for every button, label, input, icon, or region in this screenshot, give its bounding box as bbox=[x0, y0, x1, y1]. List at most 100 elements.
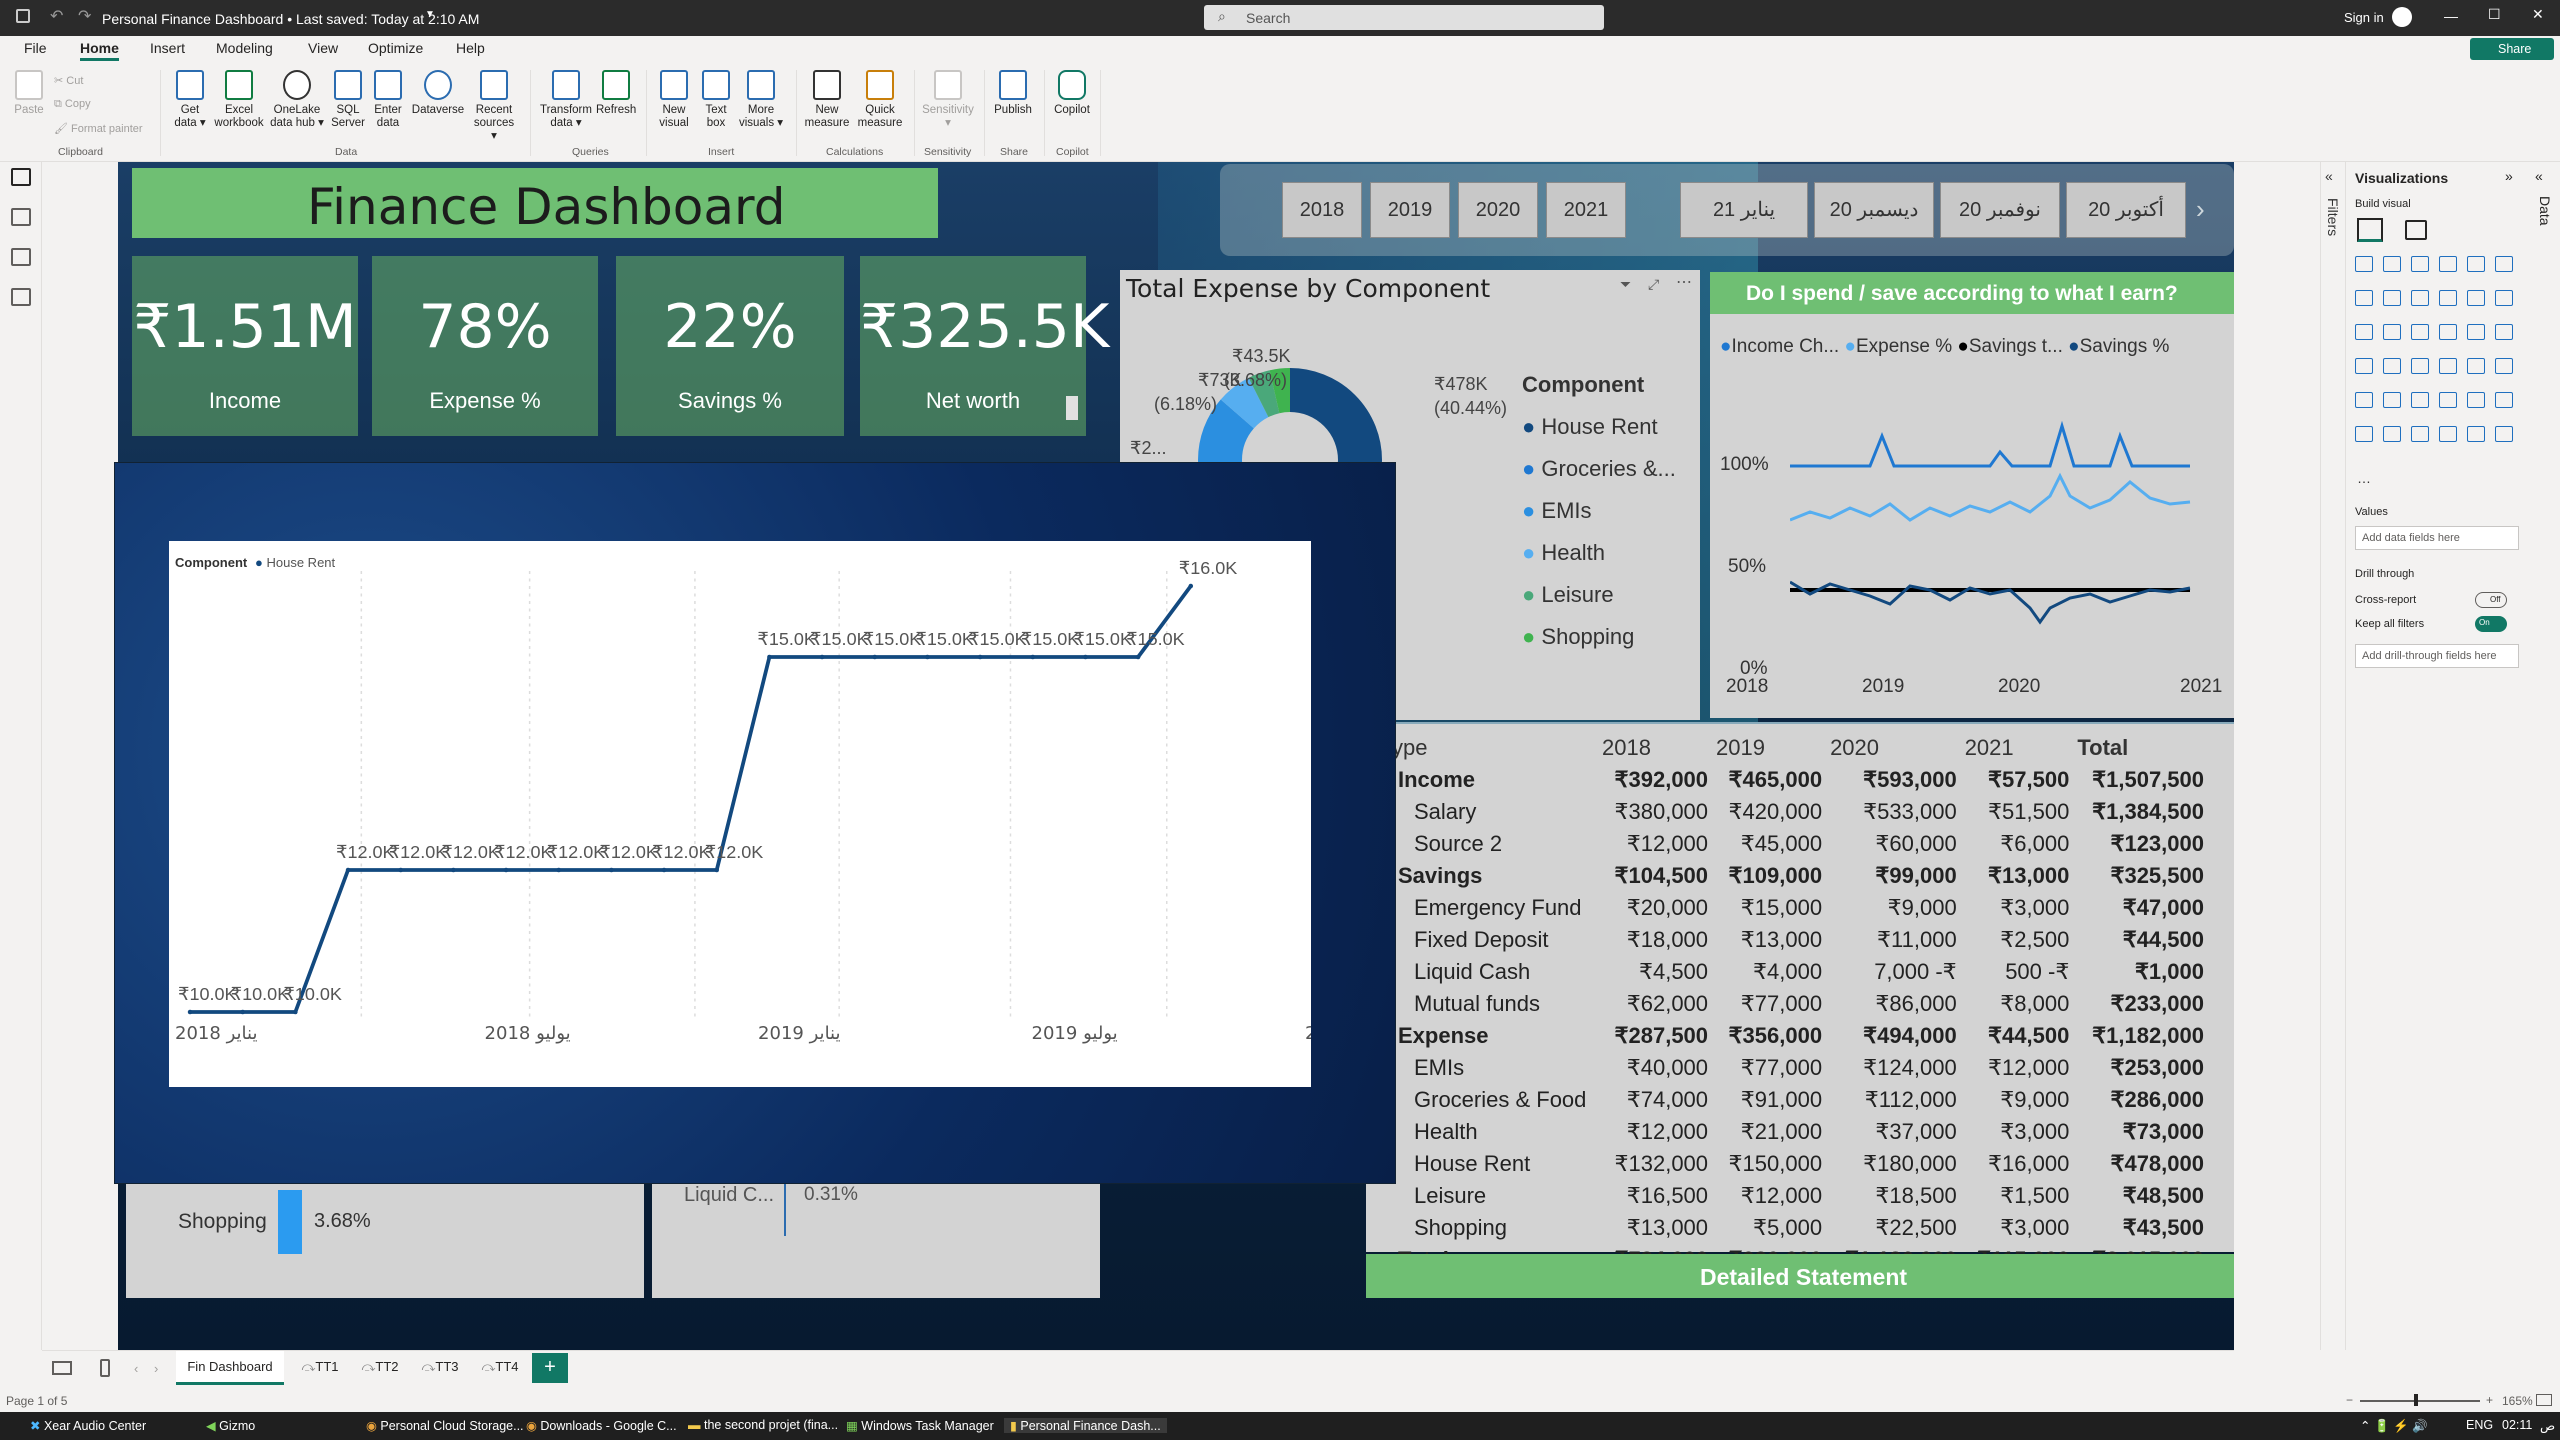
visual-type-icon[interactable] bbox=[2439, 290, 2457, 306]
visual-type-icon[interactable] bbox=[2439, 256, 2457, 272]
values-drop-zone[interactable]: Add data fields here bbox=[2355, 526, 2519, 550]
matrix-row[interactable]: Emergency Fund ₹20,000 ₹15,000 ₹9,000 ₹3,000… bbox=[1392, 892, 2212, 924]
page-tab-fin-dashboard[interactable]: Fin Dashboard bbox=[176, 1351, 284, 1385]
new-measure-button[interactable]: New measure bbox=[802, 70, 852, 130]
table-view-icon[interactable] bbox=[11, 208, 31, 226]
sensitivity-button[interactable]: Sensitivity ▾ bbox=[920, 70, 976, 130]
slicer-year-2021[interactable]: 2021 bbox=[1546, 182, 1626, 238]
visual-type-icon[interactable] bbox=[2383, 358, 2401, 374]
taskbar-item[interactable]: ✖ Xear Audio Center bbox=[30, 1418, 146, 1433]
tab-view[interactable]: View bbox=[308, 40, 338, 56]
matrix-row[interactable]: Mutual funds ₹62,000 ₹77,000 ₹86,000 ₹8,000 ₹… bbox=[1392, 988, 2212, 1020]
legend-item[interactable]: ● EMIs bbox=[1522, 490, 1676, 532]
cut-button[interactable]: ✂ Cut bbox=[54, 74, 83, 87]
visual-type-icon[interactable] bbox=[2355, 426, 2373, 442]
taskbar-item[interactable]: ▬ the second projet (fina... bbox=[688, 1418, 838, 1432]
chevron-right-icon[interactable]: › bbox=[154, 1361, 158, 1376]
slicer-year-2020[interactable]: 2020 bbox=[1458, 182, 1538, 238]
matrix-row[interactable]: Liquid Cash ₹4,500 ₹4,000 7,000 -₹ 500 -₹ ₹1,… bbox=[1392, 956, 2212, 988]
visual-type-icon[interactable] bbox=[2355, 358, 2373, 374]
page-tab-tt2[interactable]: ⤼TT2 bbox=[352, 1351, 408, 1385]
tab-file[interactable]: File bbox=[24, 40, 47, 56]
visual-type-icon[interactable] bbox=[2495, 358, 2513, 374]
matrix-row[interactable]: Expense ₹287,500 ₹356,000 ₹494,000 ₹44,500 ₹1… bbox=[1392, 1020, 2212, 1052]
data-point[interactable] bbox=[1135, 654, 1141, 660]
build-visual-icon[interactable] bbox=[2357, 218, 2383, 242]
more-visuals-button[interactable]: More visuals ▾ bbox=[738, 70, 784, 130]
matrix-row[interactable]: Groceries & Food ₹74,000 ₹91,000 ₹112,000 ₹9… bbox=[1392, 1084, 2212, 1116]
visual-type-icon[interactable] bbox=[2439, 426, 2457, 442]
more-options-icon[interactable]: ⋯ bbox=[1676, 272, 1692, 292]
tab-help[interactable]: Help bbox=[456, 40, 485, 56]
keep-filters-toggle[interactable]: On bbox=[2475, 616, 2507, 632]
filters-tab[interactable]: Filters bbox=[2325, 198, 2341, 236]
slicer-month-3[interactable]: نوفمبر 20 bbox=[1940, 182, 2060, 238]
shopping-card[interactable]: Shopping 3.68% bbox=[126, 1184, 644, 1298]
minimize-icon[interactable]: — bbox=[2444, 8, 2458, 24]
visual-type-icon[interactable] bbox=[2467, 392, 2485, 408]
tab-modeling[interactable]: Modeling bbox=[216, 40, 273, 56]
text-box-button[interactable]: Text box bbox=[698, 70, 734, 130]
zoom-slider[interactable] bbox=[2360, 1400, 2480, 1402]
visual-type-icon[interactable] bbox=[2411, 358, 2429, 374]
copilot-button[interactable]: Copilot bbox=[1052, 70, 1092, 117]
matrix-header-cell[interactable]: 2021 bbox=[1965, 732, 2078, 764]
matrix-row[interactable]: Leisure ₹16,500 ₹12,000 ₹18,500 ₹1,500 ₹48,50… bbox=[1392, 1180, 2212, 1212]
recent-sources-button[interactable]: Recent sources ▾ bbox=[470, 70, 518, 143]
matrix-row[interactable]: Salary ₹380,000 ₹420,000 ₹533,000 ₹51,500 ₹1,… bbox=[1392, 796, 2212, 828]
save-icon[interactable] bbox=[16, 9, 30, 23]
tray-icons[interactable]: ⌃ 🔋 ⚡ 🔊 bbox=[2360, 1418, 2428, 1434]
zoom-in-icon[interactable]: + bbox=[2486, 1393, 2493, 1407]
visual-type-icon[interactable] bbox=[2355, 256, 2373, 272]
focus-mode-icon[interactable]: ⤢ bbox=[1648, 276, 1659, 293]
visual-type-icon[interactable] bbox=[2383, 256, 2401, 272]
data-point[interactable] bbox=[451, 867, 456, 873]
publish-button[interactable]: Publish bbox=[992, 70, 1034, 117]
collapse-filters-icon[interactable]: « bbox=[2325, 168, 2333, 184]
data-point[interactable] bbox=[714, 867, 720, 873]
excel-workbook-button[interactable]: Excel workbook bbox=[214, 70, 264, 130]
paste-button[interactable]: Paste bbox=[12, 70, 46, 117]
data-point[interactable] bbox=[345, 867, 351, 873]
model-view-icon[interactable] bbox=[11, 248, 31, 266]
share-button[interactable]: Share bbox=[2470, 38, 2554, 60]
matrix-header-cell[interactable]: 2020 bbox=[1830, 732, 1965, 764]
matrix-row[interactable]: Shopping ₹13,000 ₹5,000 ₹22,500 ₹3,000 ₹43,50… bbox=[1392, 1212, 2212, 1244]
data-point[interactable] bbox=[1030, 654, 1036, 660]
matrix-row[interactable]: Fixed Deposit ₹18,000 ₹13,000 ₹11,000 ₹2,500… bbox=[1392, 924, 2212, 956]
data-point[interactable] bbox=[556, 867, 561, 873]
visual-type-icon[interactable] bbox=[2495, 324, 2513, 340]
data-point[interactable] bbox=[503, 867, 509, 873]
taskbar-item-active[interactable]: ▮ Personal Finance Dash... bbox=[1004, 1418, 1167, 1433]
slicer-month-4[interactable]: أكتوبر 20 bbox=[2066, 182, 2186, 238]
visual-type-icon[interactable] bbox=[2383, 426, 2401, 442]
maximize-icon[interactable]: ☐ bbox=[2488, 6, 2501, 23]
scrollbar-thumb[interactable] bbox=[1066, 396, 1078, 420]
legend-item[interactable]: ● Health bbox=[1522, 532, 1676, 574]
close-icon[interactable]: ✕ bbox=[2532, 6, 2544, 23]
data-point[interactable] bbox=[187, 1009, 193, 1015]
visual-type-icon[interactable] bbox=[2383, 290, 2401, 306]
data-point[interactable] bbox=[819, 654, 825, 660]
page-tab-tt1[interactable]: ⤼TT1 bbox=[292, 1351, 348, 1385]
tab-optimize[interactable]: Optimize bbox=[368, 40, 423, 56]
data-point[interactable] bbox=[767, 654, 772, 660]
statement-matrix[interactable]: ype 2018 2019 2020 2021 Total Income ₹392… bbox=[1366, 722, 2234, 1272]
slicer-month-1[interactable]: يناير 21 bbox=[1680, 182, 1808, 238]
matrix-header-cell[interactable]: 2019 bbox=[1716, 732, 1830, 764]
desktop-layout-icon[interactable] bbox=[52, 1361, 72, 1375]
zoom-out-icon[interactable]: − bbox=[2346, 1393, 2353, 1407]
visual-type-icon[interactable] bbox=[2467, 256, 2485, 272]
visual-type-icon[interactable] bbox=[2383, 324, 2401, 340]
focus-mode-overlay[interactable]: Component ● House Rent ₹10.0K ₹10.0K ₹10.0… bbox=[114, 462, 1396, 1184]
data-point[interactable] bbox=[661, 867, 667, 873]
matrix-row[interactable]: EMIs ₹40,000 ₹77,000 ₹124,000 ₹12,000 ₹253,00… bbox=[1392, 1052, 2212, 1084]
copy-button[interactable]: ⧉ Copy bbox=[54, 98, 91, 111]
legend-item[interactable]: ● Leisure bbox=[1522, 574, 1676, 616]
new-visual-button[interactable]: New visual bbox=[654, 70, 694, 130]
format-visual-icon[interactable] bbox=[2405, 220, 2427, 240]
dataverse-button[interactable]: Dataverse bbox=[410, 70, 466, 117]
report-view-icon[interactable] bbox=[11, 168, 31, 186]
matrix-header-cell[interactable]: Total bbox=[2077, 732, 2212, 764]
visual-type-icon[interactable] bbox=[2495, 426, 2513, 442]
